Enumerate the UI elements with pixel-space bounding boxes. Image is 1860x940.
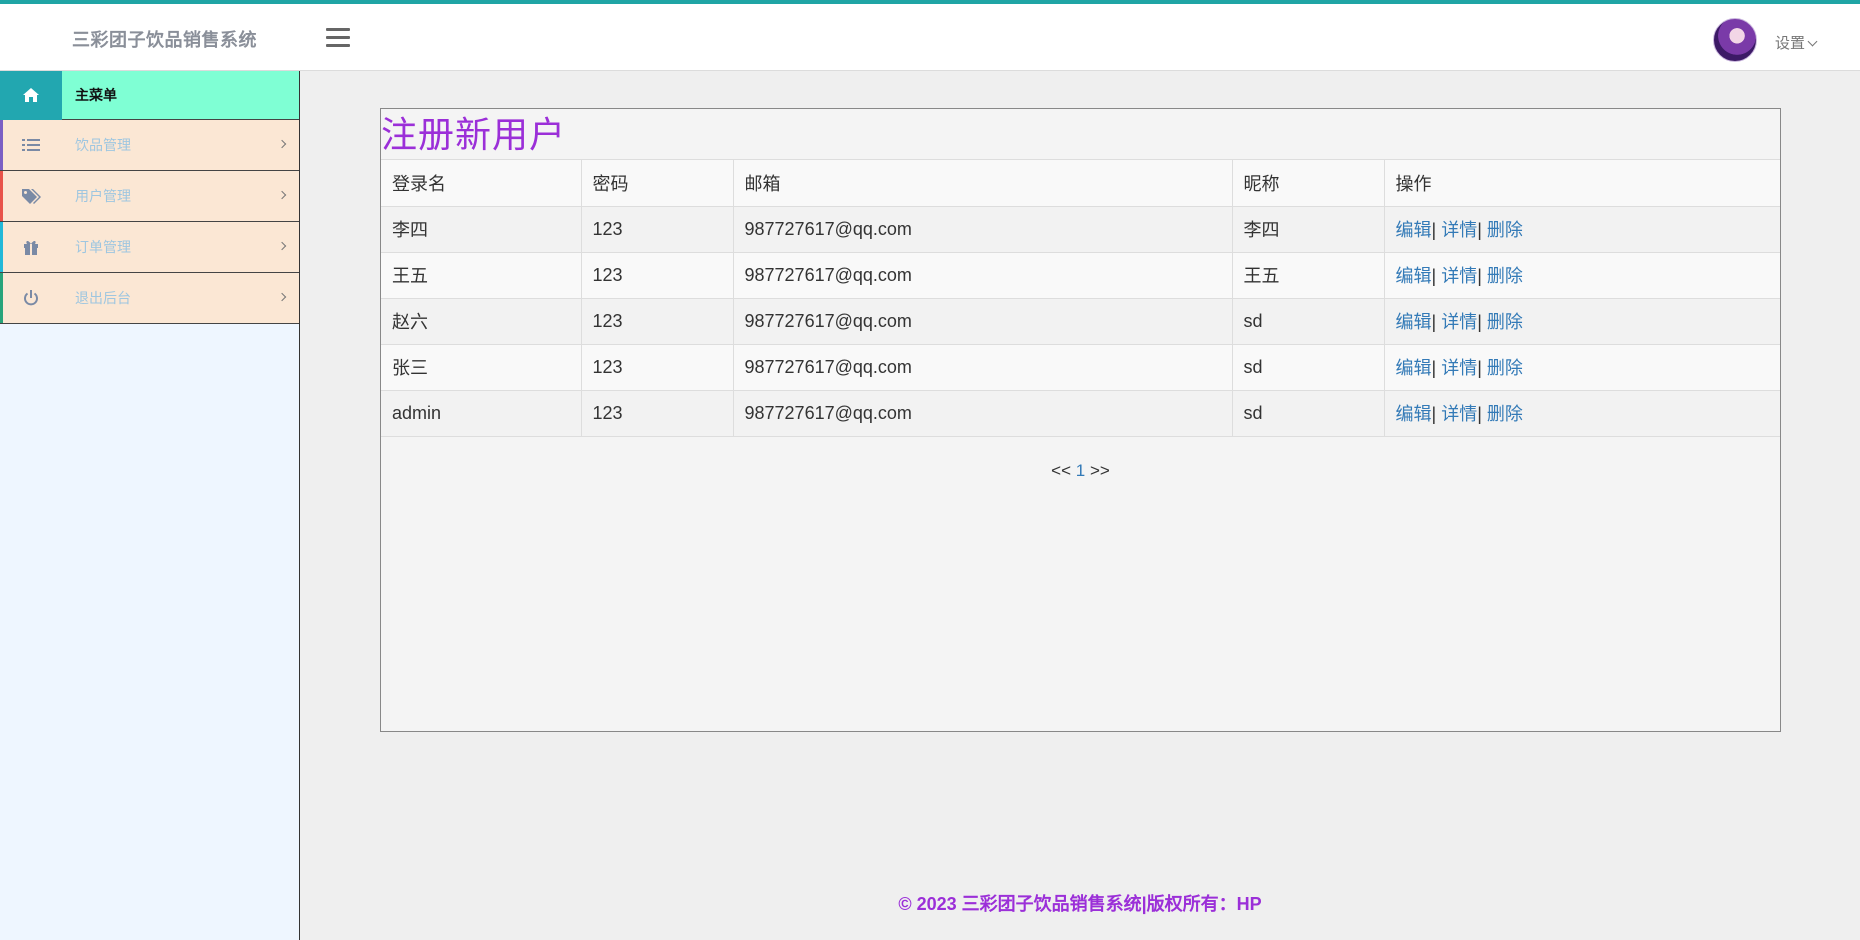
register-new-user-link[interactable]: 注册新用户: [381, 109, 1780, 160]
cell-password: 123: [581, 252, 734, 299]
delete-link[interactable]: 删除: [1487, 404, 1523, 424]
chevron-right-icon: [277, 190, 287, 200]
edit-link[interactable]: 编辑: [1396, 358, 1432, 378]
detail-link[interactable]: 详情: [1441, 358, 1477, 378]
edit-link[interactable]: 编辑: [1396, 404, 1432, 424]
cell-nickname: 王五: [1232, 252, 1385, 299]
action-separator: |: [1431, 404, 1437, 424]
cell-password: 123: [581, 298, 734, 345]
copyright-footer: © 2023 三彩团子饮品销售系统|版权所有：HP: [898, 894, 1262, 914]
sidebar-item-orders[interactable]: 订单管理: [0, 222, 299, 273]
page-1-link[interactable]: 1: [1076, 461, 1085, 480]
chevron-right-icon: [277, 292, 287, 302]
action-separator: |: [1477, 266, 1482, 286]
edit-link[interactable]: 编辑: [1396, 312, 1432, 332]
top-header: 三彩团子饮品销售系统 设置: [0, 0, 1860, 71]
column-header-nickname: 昵称: [1232, 160, 1385, 207]
detail-link[interactable]: 详情: [1441, 312, 1477, 332]
cell-email: 987727617@qq.com: [733, 298, 1233, 345]
cell-login: 李四: [381, 206, 582, 253]
cell-actions: 编辑| 详情| 删除: [1384, 344, 1780, 391]
cell-actions: 编辑| 详情| 删除: [1384, 206, 1780, 253]
cell-email: 987727617@qq.com: [733, 390, 1233, 437]
table-row: 张三 123 987727617@qq.com sd 编辑| 详情| 删除: [381, 344, 1780, 391]
detail-link[interactable]: 详情: [1441, 266, 1477, 286]
cell-email: 987727617@qq.com: [733, 252, 1233, 299]
cell-actions: 编辑| 详情| 删除: [1384, 390, 1780, 437]
sidebar-item-label: 订单管理: [75, 239, 131, 255]
column-header-login: 登录名: [381, 160, 582, 207]
cell-login: 张三: [381, 344, 582, 391]
edit-link[interactable]: 编辑: [1396, 220, 1432, 240]
user-list-panel: 注册新用户 登录名 密码 邮箱 昵称 操作 李四 123 987727617@q…: [380, 108, 1781, 732]
sidebar: 主菜单 饮品管理 用户管理 订单管理 退出后台: [0, 70, 300, 940]
chevron-down-icon: [1807, 36, 1818, 47]
cell-password: 123: [581, 206, 734, 253]
sidebar-item-logout[interactable]: 退出后台: [0, 273, 299, 324]
home-icon: [0, 70, 62, 120]
cell-nickname: sd: [1232, 390, 1385, 437]
sidebar-item-drinks[interactable]: 饮品管理: [0, 120, 299, 171]
cell-email: 987727617@qq.com: [733, 206, 1233, 253]
cell-login: 赵六: [381, 298, 582, 345]
cell-email: 987727617@qq.com: [733, 344, 1233, 391]
column-header-email: 邮箱: [733, 160, 1233, 207]
next-page-button[interactable]: >>: [1090, 461, 1110, 480]
table-row: 王五 123 987727617@qq.com 王五 编辑| 详情| 删除: [381, 252, 1780, 299]
sidebar-item-label: 退出后台: [75, 290, 131, 306]
list-icon: [0, 120, 62, 170]
delete-link[interactable]: 删除: [1487, 358, 1523, 378]
sidebar-item-label: 用户管理: [75, 188, 131, 204]
detail-link[interactable]: 详情: [1441, 220, 1477, 240]
cell-login: admin: [381, 390, 582, 437]
cell-nickname: sd: [1232, 298, 1385, 345]
sidebar-item-label: 饮品管理: [75, 137, 131, 153]
settings-dropdown[interactable]: 设置: [1775, 32, 1818, 53]
prev-page-button[interactable]: <<: [1051, 461, 1071, 480]
cell-nickname: 李四: [1232, 206, 1385, 253]
sidebar-main-menu[interactable]: 主菜单: [0, 70, 299, 120]
menu-toggle-icon[interactable]: [326, 28, 350, 48]
edit-link[interactable]: 编辑: [1396, 266, 1432, 286]
tags-icon: [0, 171, 62, 221]
settings-label: 设置: [1775, 35, 1806, 52]
app-title: 三彩团子饮品销售系统: [72, 30, 257, 50]
cell-login: 王五: [381, 252, 582, 299]
action-separator: |: [1477, 358, 1482, 378]
action-separator: |: [1431, 266, 1437, 286]
cell-password: 123: [581, 390, 734, 437]
delete-link[interactable]: 删除: [1487, 266, 1523, 286]
column-header-actions: 操作: [1384, 160, 1780, 207]
action-separator: |: [1431, 312, 1437, 332]
avatar[interactable]: [1713, 18, 1757, 62]
cell-password: 123: [581, 344, 734, 391]
action-separator: |: [1431, 220, 1437, 240]
action-separator: |: [1477, 312, 1482, 332]
sidebar-item-users[interactable]: 用户管理: [0, 171, 299, 222]
cell-actions: 编辑| 详情| 删除: [1384, 252, 1780, 299]
chevron-right-icon: [277, 139, 287, 149]
table-row: 赵六 123 987727617@qq.com sd 编辑| 详情| 删除: [381, 298, 1780, 345]
cell-actions: 编辑| 详情| 删除: [1384, 298, 1780, 345]
table-header-row: 登录名 密码 邮箱 昵称 操作: [381, 160, 1780, 207]
chevron-right-icon: [277, 241, 287, 251]
power-icon: [0, 273, 62, 323]
action-separator: |: [1477, 404, 1482, 424]
gift-icon: [0, 222, 62, 272]
column-header-password: 密码: [581, 160, 734, 207]
delete-link[interactable]: 删除: [1487, 220, 1523, 240]
users-table: 登录名 密码 邮箱 昵称 操作 李四 123 987727617@qq.com …: [381, 160, 1780, 437]
detail-link[interactable]: 详情: [1441, 404, 1477, 424]
delete-link[interactable]: 删除: [1487, 312, 1523, 332]
table-row: admin 123 987727617@qq.com sd 编辑| 详情| 删除: [381, 390, 1780, 437]
pagination: << 1 >>: [381, 461, 1780, 481]
sidebar-main-label: 主菜单: [75, 87, 117, 103]
action-separator: |: [1431, 358, 1437, 378]
table-row: 李四 123 987727617@qq.com 李四 编辑| 详情| 删除: [381, 206, 1780, 253]
cell-nickname: sd: [1232, 344, 1385, 391]
action-separator: |: [1477, 220, 1482, 240]
